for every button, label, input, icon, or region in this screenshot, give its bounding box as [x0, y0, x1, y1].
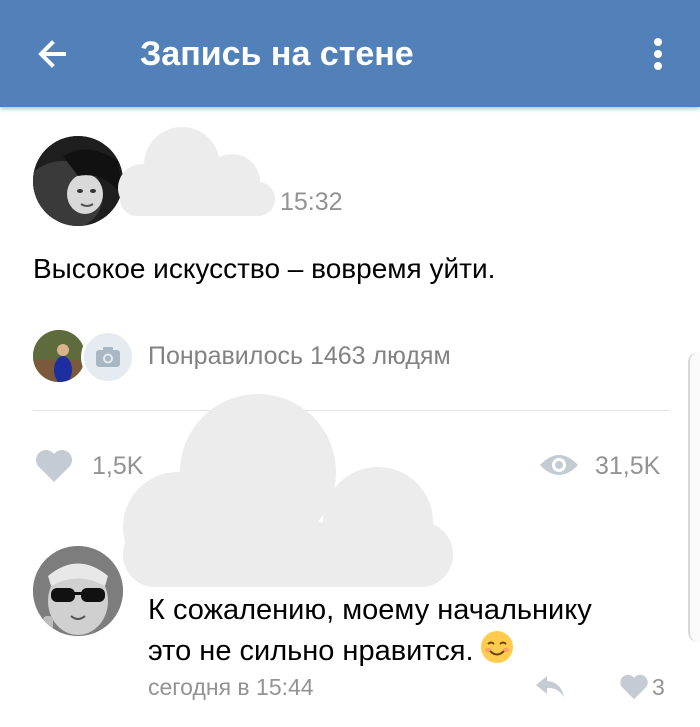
camera-icon: [96, 347, 120, 367]
smiling-face-emoji: [480, 631, 513, 663]
eye-icon: [540, 455, 578, 475]
page-title: Запись на стене: [140, 35, 414, 73]
camera-placeholder-avatar: [81, 330, 135, 384]
liker-avatar: [33, 330, 85, 382]
comment-like-count: 3: [652, 674, 665, 700]
top-app-bar: Запись на стене: [0, 0, 700, 107]
reply-button[interactable]: [533, 672, 567, 700]
comment-date: сегодня в 15:44: [148, 674, 314, 700]
more-options-button[interactable]: [640, 30, 676, 78]
like-button[interactable]: [33, 448, 75, 484]
more-vertical-icon: [654, 38, 662, 70]
author-name-redaction: [118, 127, 275, 216]
comment-line-2: это не сильно нравится.: [148, 635, 474, 667]
post-time: 15:32: [280, 188, 343, 216]
arrow-left-icon: [38, 40, 66, 68]
comment-text: К сожалению, моему начальнику это не сил…: [148, 590, 592, 671]
reply-icon: [536, 676, 564, 697]
comment-line-2-wrap: это не сильно нравится.: [148, 630, 592, 671]
comment-line-1: К сожалению, моему начальнику: [148, 594, 592, 626]
content-redaction: [123, 394, 453, 587]
heart-icon: [620, 674, 648, 700]
edge-panel-handle[interactable]: [688, 352, 700, 642]
back-button[interactable]: [30, 30, 78, 78]
post-text: Высокое искусство – вовремя уйти.: [33, 253, 496, 284]
commenter-avatar[interactable]: [33, 546, 123, 636]
liked-by-text[interactable]: Понравилось 1463 людям: [148, 342, 451, 371]
views-count: 31,5K: [595, 452, 661, 480]
comment-like-button[interactable]: [618, 673, 650, 701]
post-author-avatar[interactable]: [33, 136, 123, 226]
heart-icon: [36, 450, 72, 482]
